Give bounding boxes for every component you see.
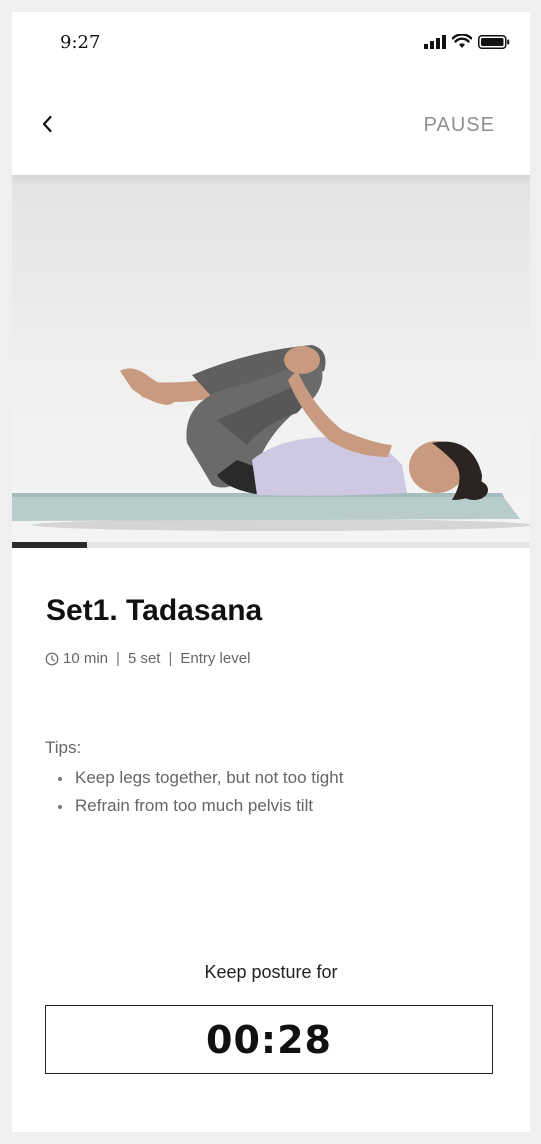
exercise-duration: 10 min: [63, 650, 109, 667]
chevron-left-icon[interactable]: [36, 112, 60, 136]
video-progress-bar[interactable]: [12, 542, 530, 548]
top-nav: PAUSE: [12, 72, 530, 176]
pause-button[interactable]: PAUSE: [424, 114, 495, 137]
tip-item: Keep legs together, but not too tight: [55, 764, 343, 792]
yoga-pose-illustration: [12, 345, 530, 531]
exercise-meta: 10 min | 5 set | Entry level: [45, 650, 250, 667]
clock-icon: [45, 652, 59, 665]
status-icons: [424, 34, 510, 49]
tips-label: Tips:: [45, 738, 82, 757]
video-player[interactable]: [12, 175, 530, 548]
meta-separator: |: [116, 650, 120, 667]
exercise-level: Entry level: [180, 650, 251, 667]
tip-item: Refrain from too much pelvis tilt: [55, 792, 343, 820]
app-screen: 9:27 PAUSE Set1. Tadasana 10 min | 5 set…: [12, 12, 530, 1132]
status-bar: 9:27: [12, 12, 530, 72]
battery-icon: [478, 34, 510, 49]
timer-label: Keep posture for: [204, 962, 338, 982]
status-time: 9:27: [60, 32, 101, 53]
video-progress-fill: [12, 542, 88, 548]
video-top-shadow: [12, 175, 530, 185]
tips-list: Keep legs together, but not too tight Re…: [55, 764, 343, 820]
exercise-title: Set1. Tadasana: [46, 594, 263, 627]
wifi-icon: [452, 34, 472, 48]
timer-box: 00:28: [45, 1005, 493, 1074]
exercise-sets: 5 set: [127, 650, 161, 667]
timer-value: 00:28: [206, 1017, 332, 1062]
signal-icon: [424, 34, 446, 49]
meta-separator: |: [168, 650, 173, 667]
